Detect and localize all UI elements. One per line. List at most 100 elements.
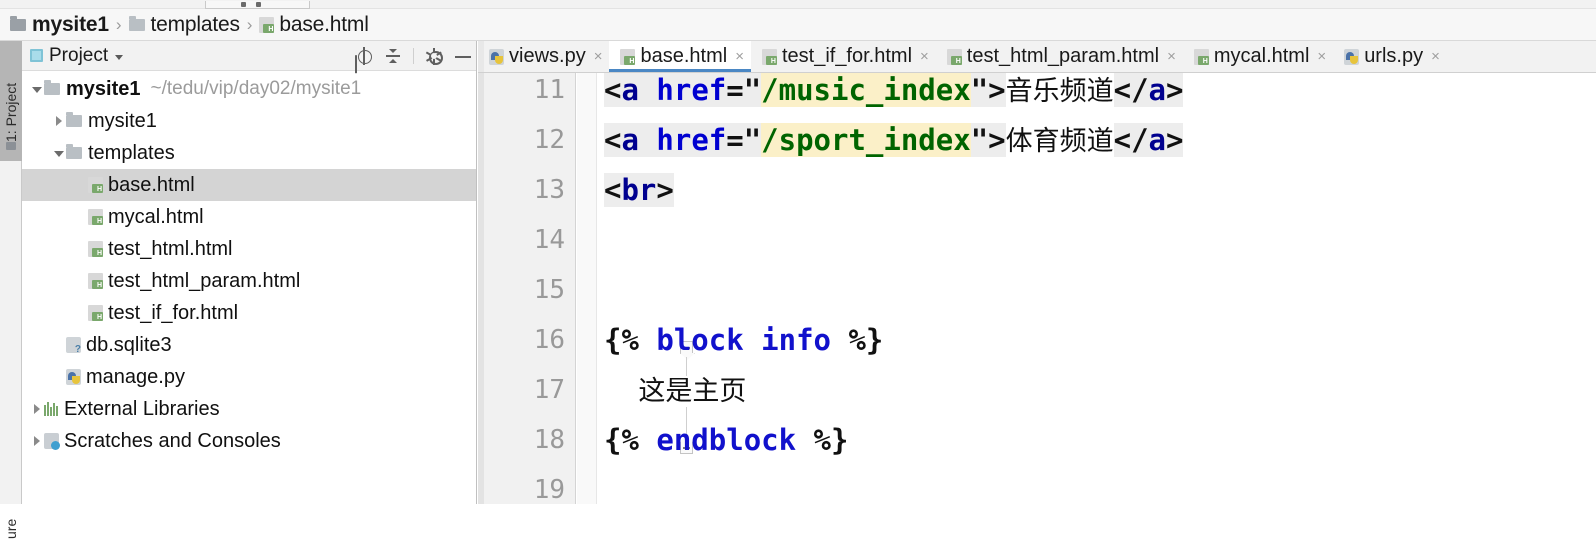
tree-twisty-open-icon[interactable]	[30, 82, 44, 96]
code-line[interactable]: {% block info %}	[604, 315, 883, 365]
python-file-icon	[1344, 48, 1360, 65]
folder-icon	[6, 142, 16, 150]
tree-row[interactable]: templates	[22, 137, 476, 169]
code-token: >	[988, 123, 1006, 157]
editor-tab[interactable]: test_if_for.html ×	[751, 41, 936, 72]
tree-row[interactable]: Scratches and Consoles	[22, 425, 476, 457]
tree-row[interactable]: test_if_for.html	[22, 297, 476, 329]
tree-twisty-open-icon[interactable]	[52, 146, 66, 160]
tree-item-label: mysite1	[66, 77, 141, 100]
close-icon[interactable]: ×	[1431, 49, 1440, 64]
tree-twisty-closed-icon[interactable]	[30, 434, 44, 448]
tree-row[interactable]: mysite1 ~/tedu/vip/day02/mysite1	[22, 73, 476, 105]
project-panel-actions	[355, 41, 472, 71]
editor-tab[interactable]: views.py ×	[478, 41, 609, 72]
close-icon[interactable]: ×	[1167, 49, 1176, 64]
editor-tab-label: urls.py	[1364, 45, 1424, 67]
tree-item-label: test_html_param.html	[108, 269, 301, 292]
tree-row[interactable]: db.sqlite3	[22, 329, 476, 361]
collapse-all-icon[interactable]	[384, 47, 402, 65]
code-token: </	[1113, 123, 1149, 157]
line-number-gutter: 11 12 13 14 15 16 17 18 19	[478, 73, 576, 504]
code-token: block info	[656, 323, 831, 357]
code-token: <	[604, 73, 622, 107]
code-token: a	[1148, 73, 1167, 107]
editor-tab-label: test_if_for.html	[781, 45, 913, 67]
line-number: 16	[533, 325, 565, 355]
tool-window-tab-label: 1: Project	[3, 82, 19, 142]
editor-tab[interactable]: base.html ×	[609, 41, 752, 72]
breadcrumb-separator: ›	[115, 14, 122, 34]
code-line[interactable]: <a href="/music_index">音乐频道</a>	[604, 73, 1184, 115]
code-folding-gutter[interactable]	[577, 73, 693, 504]
minimize-icon[interactable]	[454, 47, 472, 65]
close-icon[interactable]: ×	[1317, 49, 1326, 64]
code-token: 音乐频道	[1005, 76, 1114, 107]
editor-tab[interactable]: test_html_param.html ×	[936, 41, 1183, 72]
code-token: a	[621, 123, 639, 157]
code-token: {%	[604, 423, 657, 457]
tree-row[interactable]: manage.py	[22, 361, 476, 393]
tool-window-tab-structure[interactable]: ure	[0, 479, 22, 545]
html-file-icon	[88, 273, 103, 290]
code-editor[interactable]: 11 12 13 14 15 16 17 18 19 <a href="/music_index…	[478, 73, 1596, 504]
code-token: href	[656, 73, 727, 107]
tree-row[interactable]: test_html_param.html	[22, 265, 476, 297]
tree-row[interactable]: External Libraries	[22, 393, 476, 425]
code-token: <	[604, 123, 622, 157]
code-token: >	[656, 173, 674, 207]
breadcrumb-item-base-html[interactable]: base.html	[259, 13, 369, 37]
code-token: ="	[726, 73, 762, 107]
toolbar-icon-b[interactable]	[256, 2, 261, 7]
html-file-icon	[1193, 48, 1209, 66]
code-token	[638, 123, 657, 157]
close-icon[interactable]: ×	[735, 49, 744, 64]
code-line[interactable]: 这是主页	[604, 365, 747, 415]
project-panel-icon	[30, 49, 43, 62]
close-icon[interactable]: ×	[594, 49, 603, 64]
html-file-icon	[620, 48, 636, 66]
code-line[interactable]: <a href="/sport_index">体育频道</a>	[604, 115, 1184, 165]
tree-twisty-closed-icon[interactable]	[52, 114, 66, 128]
tree-row[interactable]: mysite1	[22, 105, 476, 137]
breadcrumb-item-templates[interactable]: templates	[128, 13, 240, 37]
editor-tab[interactable]: mycal.html ×	[1183, 41, 1333, 72]
tool-window-tab-project[interactable]: 1: Project	[0, 41, 22, 161]
breadcrumb-item-mysite1[interactable]: mysite1	[10, 13, 109, 37]
breadcrumb-label: mysite1	[32, 12, 109, 36]
gear-icon[interactable]	[425, 47, 443, 65]
tree-twisty-closed-icon[interactable]	[30, 402, 44, 416]
close-icon[interactable]: ×	[920, 49, 929, 64]
editor-tab-label: base.html	[640, 45, 728, 67]
tree-row[interactable]: mycal.html	[22, 201, 476, 233]
project-panel-header: Project	[22, 41, 476, 71]
code-line[interactable]: {% endblock %}	[604, 415, 848, 465]
tree-item-label: test_if_for.html	[108, 301, 239, 324]
code-token: "	[970, 123, 989, 157]
code-token: {%	[604, 323, 657, 357]
code-token: /sport_index	[761, 123, 971, 157]
folder-icon	[66, 144, 82, 159]
code-token: >	[1166, 73, 1184, 107]
locate-icon[interactable]	[355, 47, 373, 65]
code-token: "	[970, 73, 989, 107]
tree-item-label: mysite1	[88, 109, 157, 132]
html-file-icon	[259, 16, 275, 34]
code-token: 这是主页	[604, 376, 747, 407]
folder-icon	[66, 112, 82, 127]
left-tool-strip: 1: Project ure	[0, 41, 22, 539]
code-line[interactable]: <br>	[604, 165, 674, 215]
library-icon	[44, 402, 59, 416]
code-token: br	[621, 173, 657, 207]
editor-tab[interactable]: urls.py ×	[1333, 41, 1447, 72]
tree-item-path: ~/tedu/vip/day02/mysite1	[150, 78, 362, 99]
tree-item-label: Scratches and Consoles	[64, 429, 281, 452]
breadcrumb-separator: ›	[246, 14, 253, 34]
tree-row[interactable]: base.html	[22, 169, 476, 201]
tree-row[interactable]: test_html.html	[22, 233, 476, 265]
toolbar-icon-a[interactable]	[241, 2, 246, 7]
chevron-down-icon[interactable]	[115, 55, 124, 60]
